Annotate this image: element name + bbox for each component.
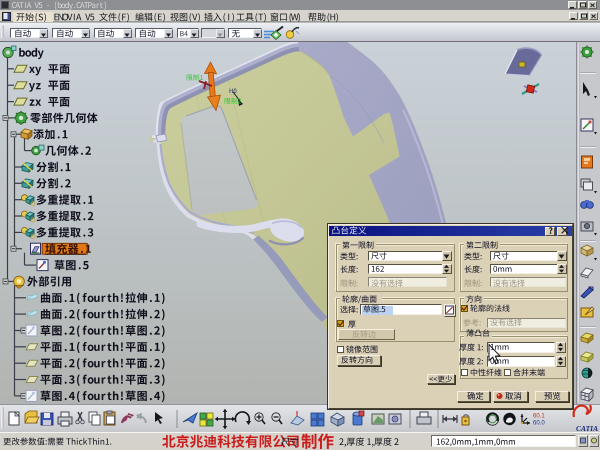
svg-text:60.1: 60.1 bbox=[533, 414, 545, 420]
svg-text:60.0: 60.0 bbox=[533, 421, 545, 427]
svg-text:CATIA: CATIA bbox=[576, 424, 598, 433]
